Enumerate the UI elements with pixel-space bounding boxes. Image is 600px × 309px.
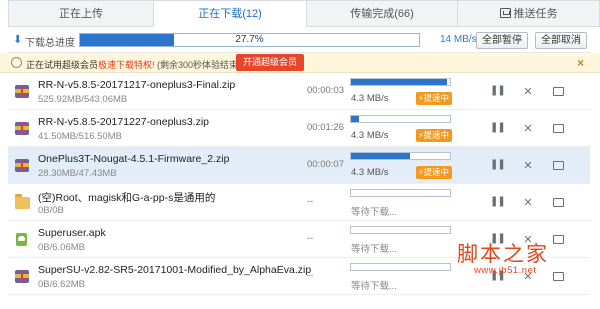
remaining-time: --	[307, 270, 314, 281]
total-progress-bar: 27.7%	[79, 33, 420, 47]
file-name: (空)Root、magisk和G-a-pp-s是通用的	[38, 192, 216, 204]
open-folder-icon[interactable]	[553, 235, 564, 244]
download-toolbar: ⬇ 下载总进度 27.7% 14 MB/s 全部暂停 全部取消	[8, 27, 590, 53]
file-name: SuperSU-v2.82-SR5-20171001-Modified_by_A…	[38, 264, 312, 276]
tab-downloading[interactable]: 正在下载(12)	[154, 0, 307, 27]
open-folder-icon[interactable]	[553, 198, 564, 207]
file-size: 0B/6.06MB	[38, 242, 85, 253]
download-row[interactable]: RR-N-v5.8.5-20171227-oneplus3.zip 41.50M…	[8, 110, 590, 147]
download-speed: 4.3 MB/s	[351, 93, 389, 104]
file-name: Superuser.apk	[38, 227, 106, 239]
row-progress-bar	[350, 226, 451, 234]
remaining-time: 00:00:07	[307, 159, 344, 170]
delete-icon[interactable]: ✕	[522, 159, 534, 172]
remaining-time: 00:01:26	[307, 122, 344, 133]
waiting-status: 等待下载...	[351, 281, 397, 292]
file-size: 28.30MB/47.43MB	[38, 168, 117, 179]
zip-file-icon	[15, 85, 29, 98]
total-progress-label: 下载总进度	[25, 38, 75, 49]
tab-completed[interactable]: 传输完成(66)	[307, 0, 458, 27]
watermark-url: www.jb51.net	[474, 265, 537, 276]
folder-icon	[15, 194, 30, 209]
zip-file-icon	[15, 122, 29, 135]
waiting-status: 等待下载...	[351, 207, 397, 218]
download-row[interactable]: RR-N-v5.8.5-20171217-oneplus3-Final.zip …	[8, 73, 590, 110]
push-task-icon	[499, 8, 511, 18]
pause-icon[interactable]: ❚❚	[490, 196, 506, 207]
row-progress-bar	[350, 78, 451, 86]
row-progress-fill	[351, 116, 359, 122]
remaining-time: --	[307, 196, 314, 207]
row-progress-bar	[350, 189, 451, 197]
download-speed: 4.3 MB/s	[351, 167, 389, 178]
total-speed: 14 MB/s	[440, 34, 477, 45]
open-folder-icon[interactable]	[553, 161, 564, 170]
watermark-title: 脚本之家	[457, 242, 549, 266]
file-name: RR-N-v5.8.5-20171227-oneplus3.zip	[38, 116, 210, 128]
download-row[interactable]: (空)Root、magisk和G-a-pp-s是通用的 0B/0B -- 等待下…	[8, 184, 590, 221]
apk-file-icon	[16, 233, 27, 246]
tab-push-tasks[interactable]: 推送任务	[458, 0, 600, 27]
vip-trial-text: 正在试用超级会员极速下载特权! (剩余300秒体验结束)	[26, 60, 242, 70]
pause-icon[interactable]: ❚❚	[490, 159, 506, 170]
pause-all-button[interactable]: 全部暂停	[476, 32, 528, 49]
open-folder-icon[interactable]	[553, 124, 564, 133]
open-vip-button[interactable]: 开通超级会员	[236, 54, 304, 71]
file-size: 41.50MB/516.50MB	[38, 131, 122, 142]
file-size: 0B/6.62MB	[38, 279, 85, 290]
delete-icon[interactable]: ✕	[522, 85, 534, 98]
accelerating-badge: 提速中	[416, 166, 452, 179]
download-arrow-icon: ⬇	[13, 34, 23, 46]
cancel-all-button[interactable]: 全部取消	[535, 32, 587, 49]
transfer-tabs: 正在上传 正在下载(12) 传输完成(66) 推送任务	[8, 0, 600, 27]
file-size: 0B/0B	[38, 205, 64, 216]
tab-uploading[interactable]: 正在上传	[8, 0, 154, 27]
file-name: OnePlus3T-Nougat-4.5.1-Firmware_2.zip	[38, 153, 230, 165]
delete-icon[interactable]: ✕	[522, 196, 534, 209]
file-size: 525.92MB/543.06MB	[38, 94, 128, 105]
row-progress-bar	[350, 152, 451, 160]
download-speed: 4.3 MB/s	[351, 130, 389, 141]
close-icon[interactable]: ×	[577, 56, 584, 70]
accelerating-badge: 提速中	[416, 129, 452, 142]
smile-icon	[11, 57, 22, 68]
accelerating-badge: 提速中	[416, 92, 452, 105]
file-name: RR-N-v5.8.5-20171217-oneplus3-Final.zip	[38, 79, 236, 91]
open-folder-icon[interactable]	[553, 272, 564, 281]
row-progress-bar	[350, 263, 451, 271]
waiting-status: 等待下载...	[351, 244, 397, 255]
pause-icon[interactable]: ❚❚	[490, 85, 506, 96]
open-folder-icon[interactable]	[553, 87, 564, 96]
remaining-time: --	[307, 233, 314, 244]
row-progress-bar	[350, 115, 451, 123]
zip-file-icon	[15, 159, 29, 172]
row-progress-fill	[351, 79, 448, 85]
vip-trial-banner: 正在试用超级会员极速下载特权! (剩余300秒体验结束) 开通超级会员 ×	[0, 53, 600, 73]
remaining-time: 00:00:03	[307, 85, 344, 96]
row-progress-fill	[351, 153, 411, 159]
total-progress-text: 27.7%	[235, 34, 264, 45]
delete-icon[interactable]: ✕	[522, 122, 534, 135]
zip-file-icon	[15, 270, 29, 283]
pause-icon[interactable]: ❚❚	[490, 122, 506, 133]
download-row[interactable]: OnePlus3T-Nougat-4.5.1-Firmware_2.zip 28…	[8, 147, 590, 184]
